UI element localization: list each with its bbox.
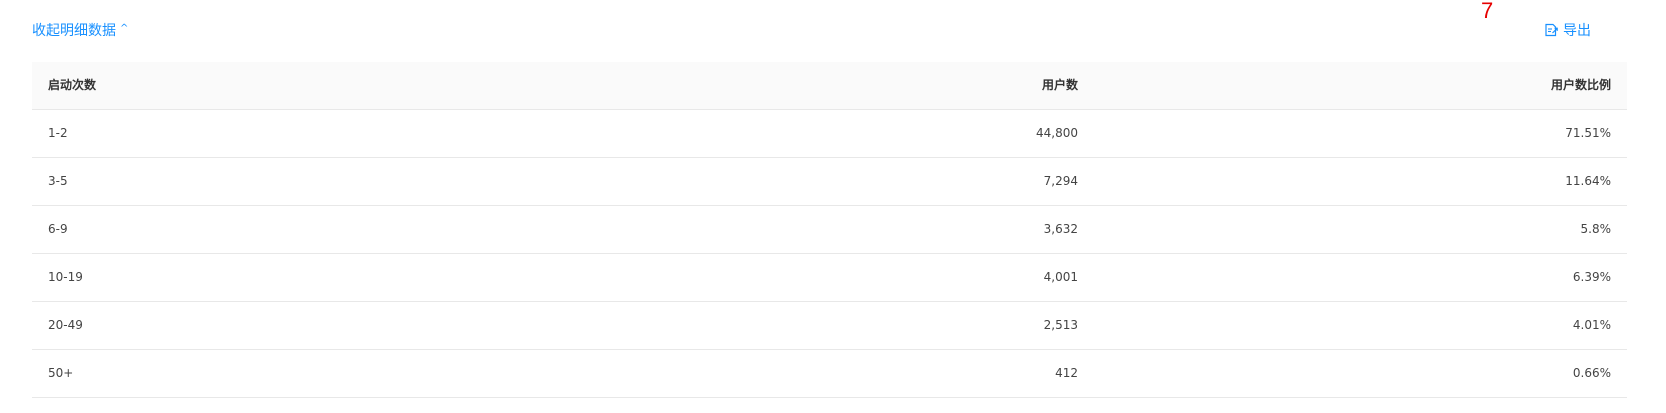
cell-launch-count: 1-2 — [48, 126, 68, 140]
cell-users: 3,632 — [1043, 222, 1078, 236]
column-header-users: 用户数 — [1041, 78, 1078, 92]
table-row: 3-5 7,294 11.64% — [32, 158, 1627, 206]
cell-user-ratio: 4.01% — [1572, 318, 1611, 332]
column-header-user-ratio: 用户数比例 — [1550, 78, 1611, 92]
table-row: 20-49 2,513 4.01% — [32, 302, 1627, 350]
table-row: 50+ 412 0.66% — [32, 350, 1627, 398]
chevron-up-icon: ^ — [120, 23, 129, 34]
cell-users: 44,800 — [1036, 126, 1078, 140]
annotation-marker-7: 7 — [1481, 0, 1494, 23]
cell-launch-count: 20-49 — [48, 318, 83, 332]
table-row: 1-2 44,800 71.51% — [32, 110, 1627, 158]
column-header-launch-count: 启动次数 — [48, 78, 97, 92]
collapse-detail-label: 收起明细数据 — [32, 23, 116, 39]
table-row: 6-9 3,632 5.8% — [32, 206, 1627, 254]
cell-user-ratio: 0.66% — [1572, 366, 1611, 380]
cell-users: 7,294 — [1043, 174, 1078, 188]
cell-launch-count: 10-19 — [48, 270, 83, 284]
cell-users: 412 — [1055, 366, 1078, 380]
collapse-detail-link[interactable]: 收起明细数据 ^ — [32, 20, 128, 40]
export-label: 导出 — [1563, 23, 1591, 39]
export-button[interactable]: 导出 — [1544, 20, 1591, 40]
cell-launch-count: 50+ — [48, 366, 74, 380]
cell-users: 4,001 — [1043, 270, 1078, 284]
cell-users: 2,513 — [1043, 318, 1078, 332]
cell-launch-count: 3-5 — [48, 174, 68, 188]
table-row: 10-19 4,001 6.39% — [32, 254, 1627, 302]
launch-count-table: 启动次数 用户数 用户数比例 1-2 44,800 71.51% 3-5 7,2… — [32, 62, 1627, 398]
table-header-row: 启动次数 用户数 用户数比例 — [32, 62, 1627, 110]
export-icon — [1544, 23, 1558, 37]
cell-user-ratio: 71.51% — [1565, 126, 1611, 140]
cell-user-ratio: 6.39% — [1572, 270, 1611, 284]
detail-data-panel: 收起明细数据 ^ 导出 7 8 启动次数 用户数 用户数比例 1- — [0, 0, 1666, 413]
cell-user-ratio: 11.64% — [1565, 174, 1611, 188]
cell-user-ratio: 5.8% — [1580, 222, 1612, 236]
detail-toolbar: 收起明细数据 ^ 导出 — [32, 18, 1592, 42]
cell-launch-count: 6-9 — [48, 222, 68, 236]
